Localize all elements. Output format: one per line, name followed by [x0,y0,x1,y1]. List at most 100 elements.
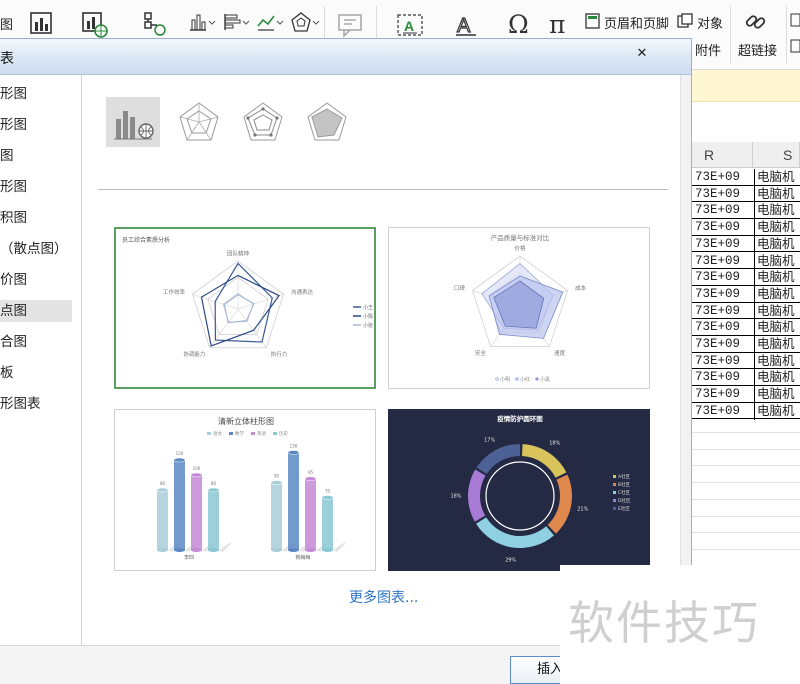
template-radar-product[interactable]: 产品质量与标准对比 价格 成本 速度 安全 口碑 小明 小红 小黑 [388,227,650,389]
header-footer-icon[interactable] [584,12,602,34]
subtype-online-chart[interactable] [106,97,160,147]
cell-number[interactable]: 73E+09 [695,303,740,320]
legend-label: 小黑 [540,376,550,383]
sheet-row[interactable]: 73E+09 电脑机 [692,352,800,370]
cell-number[interactable]: 73E+09 [695,353,740,370]
sheet-row[interactable]: 73E+09 电脑机 [692,252,800,270]
chart-category-item[interactable]: 板 [0,362,72,384]
bar-cap [321,495,334,500]
chart-category-item[interactable]: 形图 [0,83,72,105]
cell-text[interactable]: 电脑机 [754,336,795,353]
chart-group-label: 图 [0,18,14,33]
cell-text[interactable]: 电脑机 [754,219,795,236]
cell-number[interactable]: 73E+09 [695,369,740,386]
column-chart-icon[interactable] [188,12,216,36]
chart-category-item[interactable]: 价图 [0,269,72,291]
chart-category-item[interactable]: 形图 [0,176,72,198]
hyperlink-button[interactable]: 超链接 [738,40,777,59]
cell-text[interactable]: 电脑机 [754,369,795,387]
subtype-radar[interactable] [172,97,226,147]
sheet-row[interactable]: 73E+09 电脑机 [692,302,800,320]
cell-number[interactable]: 73E+09 [695,269,740,286]
sheet-row[interactable]: 73E+09 电脑机 [692,386,800,403]
object-button[interactable]: 对象 [697,13,723,32]
cell-number[interactable]: 73E+09 [695,253,740,270]
legend-swatch [251,432,255,435]
bar-chart-icon[interactable] [222,12,250,36]
bar [208,490,219,550]
bar-base [208,548,219,552]
cell-number[interactable]: 73E+09 [695,169,740,186]
sheet-row[interactable]: 73E+09 电脑机 [692,235,800,253]
sheet-row[interactable]: 73E+09 电脑机 [692,219,800,236]
column-header-s[interactable]: S [753,142,800,168]
sheet-row[interactable]: 73E+09 电脑机 [692,369,800,387]
bar-shadow [333,542,345,552]
chart-category-item[interactable]: 图 [0,145,72,167]
cell-text[interactable]: 电脑机 [754,202,795,220]
sheet-row[interactable]: 73E+09 电脑机 [692,169,800,186]
template-radar-employee[interactable]: 员工综合素质分析 团队精神 沟通表达 执行力 协调能力 工作效率 小王 小陈 小张 [114,227,376,389]
chart-category-item[interactable]: 形图 [0,114,72,136]
chart-category-item[interactable]: 合图 [0,331,72,353]
sheet-row[interactable]: 73E+09 电脑机 [692,336,800,353]
sheet-row[interactable]: 73E+09 电脑机 [692,402,800,420]
sheet-row[interactable]: 73E+09 电脑机 [692,269,800,286]
grid-line [692,465,800,467]
more-charts-link[interactable]: 更多图表... [349,587,418,607]
cell-number[interactable]: 73E+09 [695,236,740,253]
hyperlink-icon[interactable] [742,8,770,40]
cell-number[interactable]: 73E+09 [695,186,740,203]
more-icon[interactable] [790,12,800,60]
sheet-row[interactable]: 73E+09 电脑机 [692,185,800,203]
radar-chart-icon[interactable] [290,11,320,37]
cell-text[interactable]: 电脑机 [754,252,795,270]
cell-text[interactable]: 电脑机 [754,235,795,253]
header-footer-button[interactable]: 页眉和页脚 [604,13,669,32]
cell-text[interactable]: 电脑机 [754,185,795,203]
radar-axis-label: 价格 [514,244,526,252]
cell-number[interactable]: 73E+09 [695,286,740,303]
cell-text[interactable]: 电脑机 [754,302,795,320]
attachment-button[interactable]: 附件 [695,40,721,59]
cell-number[interactable]: 73E+09 [695,403,740,420]
cell-number[interactable]: 73E+09 [695,336,740,353]
close-button[interactable]: ✕ [633,45,651,63]
cell-text[interactable]: 电脑机 [754,169,795,186]
chart-category-item[interactable]: 形图表 [0,393,72,415]
cell-text[interactable]: 电脑机 [754,285,795,303]
cell-text[interactable]: 电脑机 [754,319,795,336]
chart-category-item[interactable]: （散点图） [0,238,72,260]
column-header-r[interactable]: R [692,142,753,168]
subtype-radar-markers[interactable] [236,97,290,147]
bar-value-label: 70 [325,489,331,494]
legend-swatch [613,483,616,486]
chart-category-item[interactable]: 点图 [0,300,72,322]
grid-line [692,498,800,500]
dialog-titlebar[interactable]: 表 ✕ [0,39,691,75]
bar [322,497,333,550]
segment-label: 18% [549,440,560,446]
bar-value-label: 90 [274,474,280,479]
cell-text[interactable]: 电脑机 [754,269,795,286]
bar-value-label: 80 [211,481,217,486]
template-3d-column[interactable]: 清新立体柱形图 语文 数学 英语 历史 80 120 100 80 李四 90 130 95 70 韩梅梅 [114,409,376,571]
radar-axis-label: 安全 [475,349,487,357]
cell-text[interactable]: 电脑机 [754,352,795,370]
bar-base [305,548,316,552]
cell-number[interactable]: 73E+09 [695,202,740,219]
line-chart-icon[interactable] [256,12,284,36]
sheet-row[interactable]: 73E+09 电脑机 [692,319,800,336]
sheet-row[interactable]: 73E+09 电脑机 [692,202,800,220]
sheet-row[interactable]: 73E+09 电脑机 [692,285,800,303]
chart-icon[interactable] [28,10,54,40]
cell-number[interactable]: 73E+09 [695,386,740,403]
object-icon[interactable] [676,12,694,34]
chart-category-item[interactable]: 积图 [0,207,72,229]
cell-text[interactable]: 电脑机 [754,386,795,403]
cell-number[interactable]: 73E+09 [695,219,740,236]
template-donut[interactable]: 疫情防护圆环图 18% 21% 29% 18% 17% A社区 B社区 C社区 D社区 E社区 [388,409,650,571]
cell-number[interactable]: 73E+09 [695,319,740,336]
cell-text[interactable]: 电脑机 [754,402,795,420]
subtype-filled-radar[interactable] [300,97,354,147]
